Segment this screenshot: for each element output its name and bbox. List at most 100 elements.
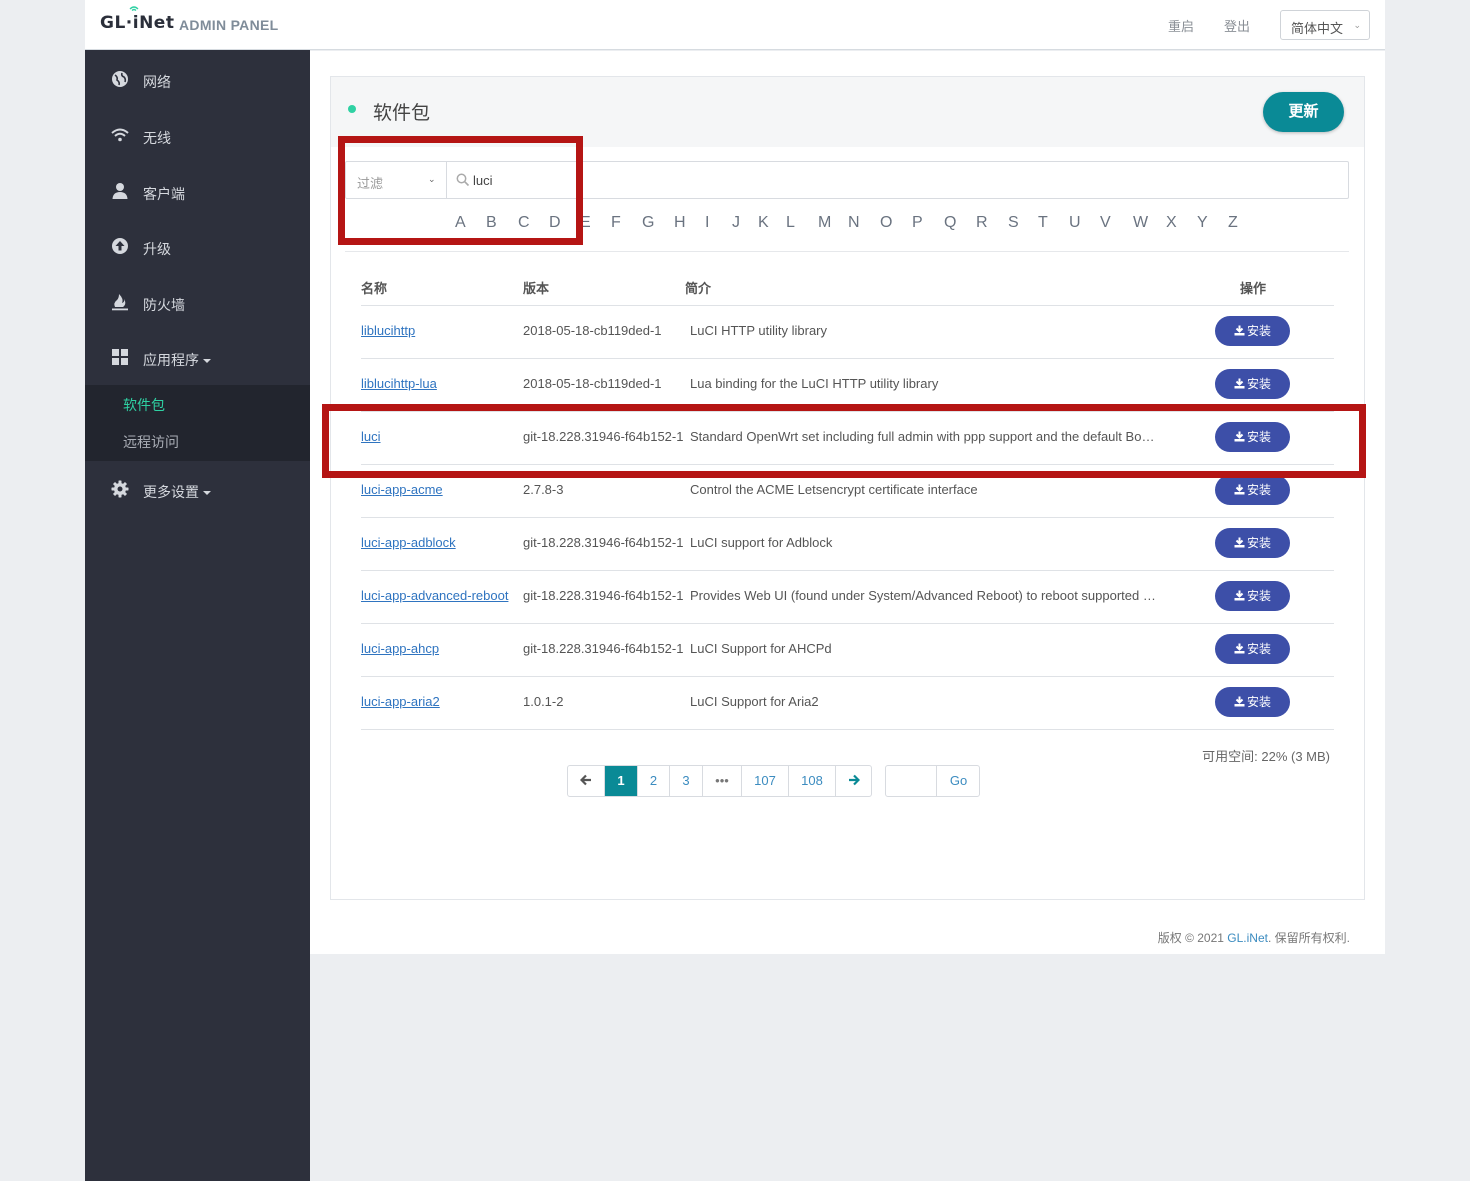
row-divider (361, 729, 1334, 730)
install-button[interactable]: 安装 (1215, 316, 1290, 346)
alpha-filter-y[interactable]: Y (1197, 214, 1208, 232)
page-1[interactable]: 1 (605, 766, 638, 796)
download-icon (1234, 590, 1245, 601)
alpha-filter-x[interactable]: X (1166, 214, 1177, 232)
alpha-filter-n[interactable]: N (848, 214, 860, 232)
goto-page-input[interactable] (886, 766, 937, 796)
install-button[interactable]: 安装 (1215, 581, 1290, 611)
package-name-link[interactable]: luci-app-adblock (361, 535, 516, 550)
alpha-filter-j[interactable]: J (732, 214, 740, 232)
arrow-left-icon (579, 774, 591, 786)
alpha-filter-l[interactable]: L (786, 214, 795, 232)
package-name-link[interactable]: luci-app-advanced-reboot (361, 588, 516, 603)
row-divider (361, 570, 1334, 571)
page-107[interactable]: 107 (742, 766, 789, 796)
logout-link[interactable]: 登出 (1224, 16, 1250, 35)
filter-select[interactable]: 过滤 ⌄ (346, 162, 447, 198)
goto-button[interactable]: Go (938, 766, 979, 796)
column-header-description: 简介 (685, 281, 712, 296)
sidebar-item-network[interactable]: 网络 (85, 60, 310, 100)
alpha-filter-m[interactable]: M (818, 214, 831, 232)
row-divider (361, 411, 1334, 412)
alpha-filter-h[interactable]: H (674, 214, 686, 232)
install-button[interactable]: 安装 (1215, 369, 1290, 399)
alpha-filter-i[interactable]: I (705, 214, 709, 232)
package-name-link[interactable]: luci-app-acme (361, 482, 516, 497)
package-version: git-18.228.31946-f64b152-1 (523, 588, 684, 603)
row-divider (361, 305, 1334, 306)
package-description: Provides Web UI (found under System/Adva… (690, 588, 1158, 603)
package-description: LuCI Support for Aria2 (690, 694, 819, 709)
alpha-filter-o[interactable]: O (880, 214, 892, 232)
alpha-filter-t[interactable]: T (1038, 214, 1048, 232)
alpha-filter-w[interactable]: W (1133, 214, 1148, 232)
page-108[interactable]: 108 (789, 766, 836, 796)
search-input[interactable] (473, 168, 1333, 192)
alpha-filter-v[interactable]: V (1100, 214, 1111, 232)
grid-icon (112, 349, 128, 365)
alpha-filter-c[interactable]: C (518, 214, 530, 232)
prev-page-button[interactable] (568, 766, 605, 796)
page-2[interactable]: 2 (638, 766, 670, 796)
submenu-item-packages[interactable]: 软件包 (123, 395, 165, 415)
sidebar-item-applications[interactable]: 应用程序 (85, 338, 310, 378)
alpha-filter-r[interactable]: R (976, 214, 988, 232)
next-page-button[interactable] (836, 766, 871, 796)
fire-icon (112, 294, 128, 311)
alpha-filter-f[interactable]: F (611, 214, 621, 232)
install-label: 安装 (1246, 324, 1271, 338)
upload-icon (112, 238, 128, 254)
alpha-filter-k[interactable]: K (758, 214, 769, 232)
package-name-link[interactable]: luci-app-aria2 (361, 694, 516, 709)
alpha-filter-b[interactable]: B (486, 214, 497, 232)
package-name-link[interactable]: liblucihttp-lua (361, 376, 516, 391)
alpha-filter-a[interactable]: A (455, 214, 466, 232)
install-label: 安装 (1246, 430, 1271, 444)
alpha-filter-u[interactable]: U (1069, 214, 1081, 232)
update-button[interactable]: 更新 (1263, 92, 1344, 132)
sidebar-item-clients[interactable]: 客户端 (85, 172, 310, 212)
sidebar-item-wireless[interactable]: 无线 (85, 116, 310, 156)
reboot-link[interactable]: 重启 (1168, 16, 1194, 35)
user-icon (112, 183, 128, 199)
page-3[interactable]: 3 (670, 766, 703, 796)
install-button[interactable]: 安装 (1215, 528, 1290, 558)
sidebar-item-firewall[interactable]: 防火墙 (85, 283, 310, 323)
install-button[interactable]: 安装 (1215, 422, 1290, 452)
package-name-link[interactable]: luci-app-ahcp (361, 641, 516, 656)
language-select[interactable]: 简体中文 ⌄ (1280, 10, 1370, 40)
package-name-link[interactable]: luci (361, 429, 516, 444)
package-description: LuCI Support for AHCPd (690, 641, 832, 656)
page-title: 软件包 (373, 103, 431, 124)
package-name-link[interactable]: liblucihttp (361, 323, 516, 338)
package-description: LuCI HTTP utility library (690, 323, 828, 338)
alpha-filter-e[interactable]: E (580, 214, 591, 232)
gear-icon (111, 480, 129, 498)
alpha-filter-g[interactable]: G (642, 214, 654, 232)
package-version: 1.0.1-2 (523, 694, 564, 709)
download-icon (1234, 325, 1245, 336)
submenu-item-remote-access[interactable]: 远程访问 (123, 432, 179, 452)
install-button[interactable]: 安装 (1215, 475, 1290, 505)
install-button[interactable]: 安装 (1215, 634, 1290, 664)
download-icon (1234, 484, 1245, 495)
alpha-filter-p[interactable]: P (912, 214, 923, 232)
install-label: 安装 (1246, 695, 1271, 709)
chevron-down-icon: ⌄ (1353, 20, 1361, 30)
package-description: Standard OpenWrt set including full admi… (690, 429, 1158, 444)
alpha-filter-q[interactable]: Q (944, 214, 956, 232)
package-version: 2.7.8-3 (523, 482, 564, 497)
sidebar-item-upgrade[interactable]: 升级 (85, 227, 310, 267)
footer-brand-link[interactable]: GL.iNet (1227, 931, 1268, 945)
download-icon (1234, 431, 1245, 442)
row-divider (361, 676, 1334, 677)
package-version: git-18.228.31946-f64b152-1 (523, 429, 684, 444)
row-divider (361, 464, 1334, 465)
divider (345, 251, 1349, 252)
sidebar-item-more-settings[interactable]: 更多设置 (85, 470, 310, 510)
install-label: 安装 (1246, 483, 1271, 497)
alpha-filter-z[interactable]: Z (1228, 214, 1238, 232)
alpha-filter-d[interactable]: D (549, 214, 561, 232)
install-button[interactable]: 安装 (1215, 687, 1290, 717)
alpha-filter-s[interactable]: S (1008, 214, 1019, 232)
